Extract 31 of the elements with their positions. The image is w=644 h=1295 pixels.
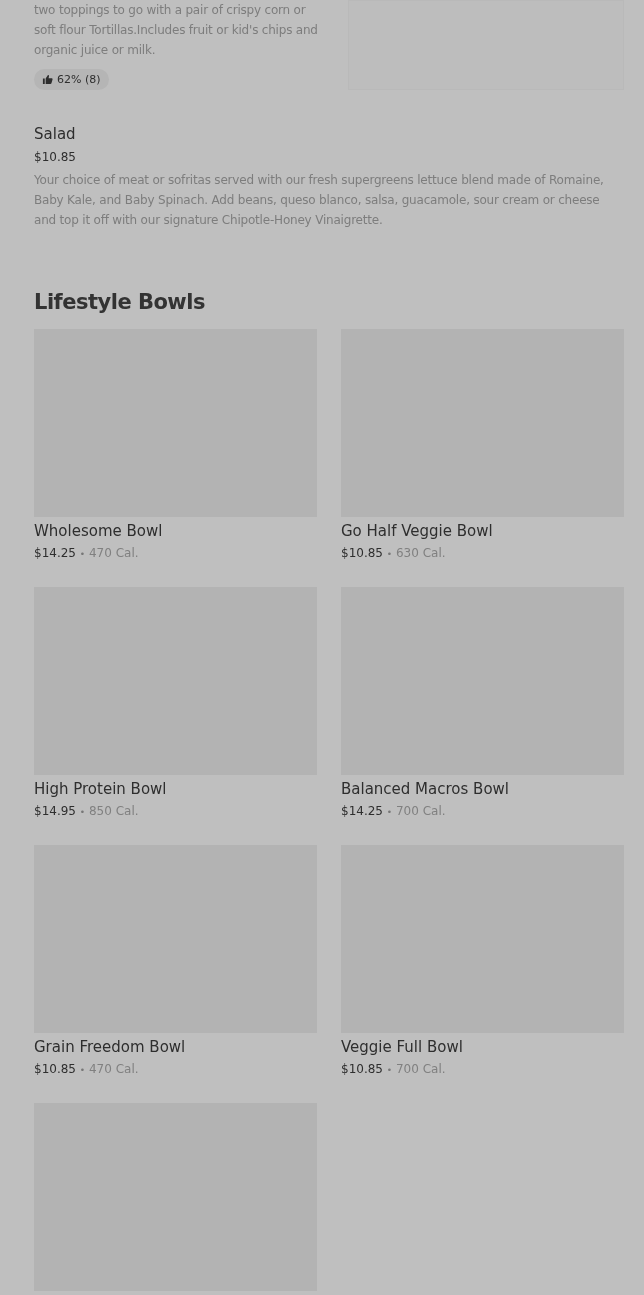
separator-dot: • [79, 549, 86, 559]
item-description: two toppings to go with a pair of crispy corn or soft flour Tortillas.Includes fruit or kid's chips and organic juice or milk. [34, 2, 319, 59]
item-name: Salad [34, 124, 77, 144]
item-price: $14.25 [341, 804, 383, 818]
separator-dot: • [386, 807, 393, 817]
calorie-count: 470 Cal. [88, 1062, 139, 1076]
item-name: Go Half Veggie Bowl [341, 521, 494, 541]
item-name: Grain Freedom Bowl [34, 1037, 187, 1057]
thumbs-up-icon [42, 74, 53, 85]
item-price: $10.85 [34, 149, 77, 166]
item-price: $10.85 [341, 546, 383, 560]
calorie-count: 700 Cal. [395, 804, 446, 818]
section-heading: Lifestyle Bowls [34, 289, 206, 316]
separator-dot: • [79, 1065, 86, 1075]
item-price: $10.85 [341, 1062, 383, 1076]
calorie-count: 700 Cal. [395, 1062, 446, 1076]
rating-text: 62% (8) [57, 73, 101, 86]
item-name: Veggie Full Bowl [341, 1037, 464, 1057]
separator-dot: • [386, 1065, 393, 1075]
item-price: $14.95 [34, 804, 76, 818]
item-name: Balanced Macros Bowl [341, 779, 510, 799]
separator-dot: • [386, 549, 393, 559]
calorie-count: 470 Cal. [88, 546, 139, 560]
calorie-count: 630 Cal. [395, 546, 446, 560]
calorie-count: 850 Cal. [88, 804, 139, 818]
item-price: $10.85 [34, 1062, 76, 1076]
item-name: Wholesome Bowl [34, 521, 164, 541]
item-price: $14.25 [34, 546, 76, 560]
item-name: High Protein Bowl [34, 779, 168, 799]
separator-dot: • [79, 807, 86, 817]
item-description: Your choice of meat or sofritas served with our fresh supergreens lettuce blend made of Romaine, Baby Kale, and Baby Spinach. Add beans, queso blanco, salsa, guacamole, sour cream or cheese and top it off with our signature Chipotle-Honey Vinaigrette. [34, 172, 605, 229]
